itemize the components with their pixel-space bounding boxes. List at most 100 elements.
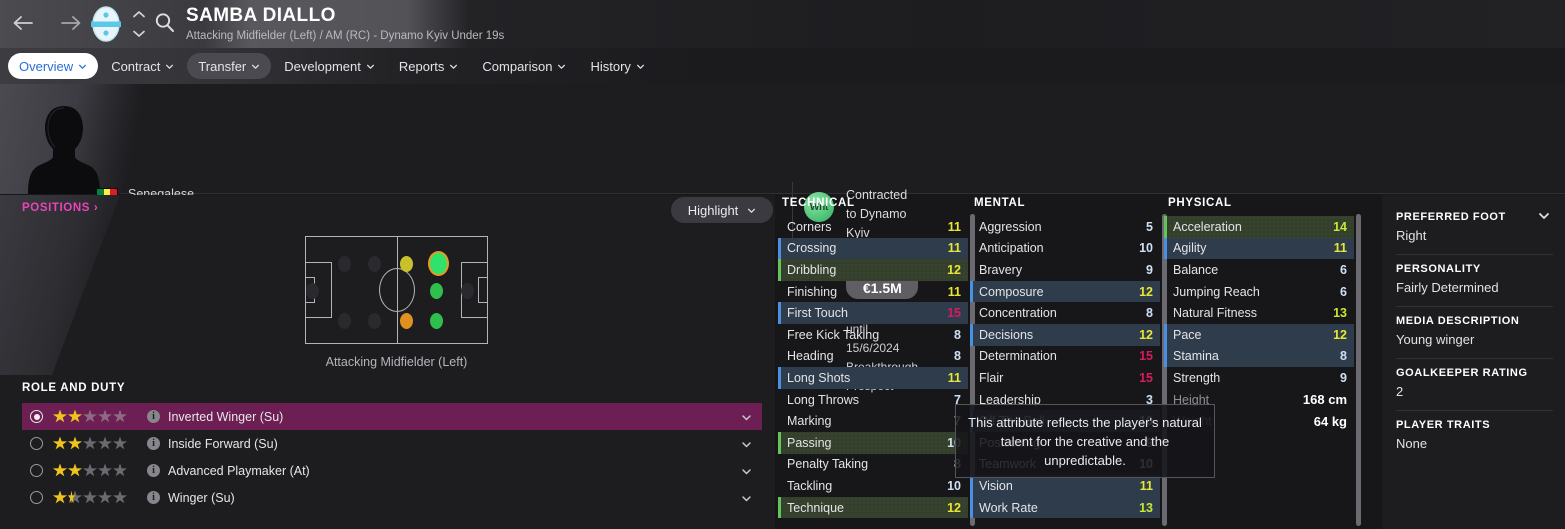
tab-label: Overview xyxy=(19,58,74,74)
physical-scrollbar-thumb[interactable] xyxy=(1356,214,1361,526)
role-row[interactable]: i Winger (Su) xyxy=(22,484,762,511)
attribute-row-agility[interactable]: Agility 11 xyxy=(1164,237,1354,260)
role-label: Winger (Su) xyxy=(168,490,235,505)
attribute-highlight-bar xyxy=(778,281,781,303)
tab-overview[interactable]: Overview xyxy=(8,53,99,79)
attribute-row-strength[interactable]: Strength 9 xyxy=(1164,367,1354,389)
attribute-row-determination[interactable]: Determination 15 xyxy=(970,346,1160,368)
tab-reports[interactable]: Reports xyxy=(388,53,470,79)
attribute-row-pace[interactable]: Pace 12 xyxy=(1164,323,1354,346)
attribute-row-technique[interactable]: Technique 12 xyxy=(778,496,968,519)
attribute-value: 15 xyxy=(1139,370,1153,385)
detail-block-media-description: MEDIA DESCRIPTION Young winger xyxy=(1396,306,1553,358)
role-row[interactable]: i Inside Forward (Su) xyxy=(22,430,762,457)
attribute-name: Free Kick Taking xyxy=(787,327,880,342)
physical-rows: Acceleration 14 Agility 11 Balance 6 Jumping R… xyxy=(1164,216,1354,432)
attribute-row-penalty-taking[interactable]: Penalty Taking8 xyxy=(778,454,968,476)
attribute-row-heading[interactable]: Heading 8 xyxy=(778,346,968,368)
chevron-down-icon[interactable] xyxy=(741,439,752,450)
role-row[interactable]: i Inverted Winger (Su) xyxy=(22,403,762,430)
search-icon[interactable] xyxy=(152,10,180,38)
star-icon xyxy=(53,490,67,505)
attribute-row-natural-fitness[interactable]: Natural Fitness 13 xyxy=(1164,302,1354,324)
attribute-row-first-touch[interactable]: First Touch 15 xyxy=(778,302,968,324)
role-radio-button[interactable] xyxy=(30,491,43,504)
attribute-row-flair[interactable]: Flair 15 xyxy=(970,367,1160,389)
attribute-name: Long Throws xyxy=(787,392,860,407)
player-spinner-icon[interactable] xyxy=(130,10,148,38)
attribute-highlight-bar xyxy=(970,496,973,519)
attribute-row-concentration[interactable]: Concentration 8 xyxy=(970,302,1160,324)
attribute-value: 13 xyxy=(1139,500,1153,515)
attribute-highlight-bar xyxy=(778,389,781,411)
attribute-row-anticipation[interactable]: Anticipation 10 xyxy=(970,238,1160,260)
page-title: SAMBA DIALLO xyxy=(186,5,336,26)
attribute-name: First Touch xyxy=(787,306,848,321)
tab-comparison[interactable]: Comparison xyxy=(471,53,577,79)
attribute-row-long-throws[interactable]: Long Throws 7 xyxy=(778,389,968,411)
tab-contract[interactable]: Contract xyxy=(100,53,185,79)
physical-scrollbar[interactable] xyxy=(1356,214,1361,526)
attribute-row-vision[interactable]: Vision 11 xyxy=(970,475,1160,497)
chevron-down-icon[interactable] xyxy=(1537,209,1551,223)
chevron-down-icon[interactable] xyxy=(741,466,752,477)
role-radio-button[interactable] xyxy=(30,437,43,450)
attribute-row-long-shots[interactable]: Long Shots 11 xyxy=(778,367,968,389)
attribute-value: 15 xyxy=(947,306,961,321)
attribute-row-dribbling[interactable]: Dribbling 12 xyxy=(778,259,968,281)
attribute-row-finishing[interactable]: Finishing 11 xyxy=(778,281,968,303)
role-star-rating xyxy=(53,490,131,505)
attribute-highlight-bar xyxy=(970,475,973,497)
attribute-name: Acceleration xyxy=(1173,219,1242,234)
tab-label: History xyxy=(590,58,631,74)
attribute-row-composure[interactable]: Composure 12 xyxy=(970,280,1160,303)
club-badge-icon[interactable] xyxy=(88,5,124,43)
attribute-highlight-bar xyxy=(778,324,781,346)
role-info-icon[interactable]: i xyxy=(147,464,160,477)
chevron-down-icon[interactable] xyxy=(741,412,752,423)
attribute-row-acceleration[interactable]: Acceleration 14 xyxy=(1164,216,1354,238)
attribute-highlight-bar xyxy=(970,302,973,324)
attribute-row-passing[interactable]: Passing10 xyxy=(778,431,968,454)
tab-history[interactable]: History xyxy=(579,53,655,79)
role-radio-button[interactable] xyxy=(30,464,43,477)
tab-transfer[interactable]: Transfer xyxy=(187,53,272,79)
attribute-row-tackling[interactable]: Tackling 10 xyxy=(778,475,968,497)
positions-link[interactable]: POSITIONS › xyxy=(22,202,98,214)
attribute-row-jumping-reach[interactable]: Jumping Reach 6 xyxy=(1164,281,1354,303)
attribute-value: 8 xyxy=(954,349,961,364)
role-info-icon[interactable]: i xyxy=(147,491,160,504)
role-info-icon[interactable]: i xyxy=(147,410,160,423)
forward-arrow-icon[interactable] xyxy=(54,6,88,40)
tab-development[interactable]: Development xyxy=(273,53,386,79)
attribute-name: Agility xyxy=(1173,241,1207,256)
tab-label: Contract xyxy=(111,58,161,74)
role-row[interactable]: i Advanced Playmaker (At) xyxy=(22,457,762,484)
detail-block-personality: PERSONALITY Fairly Determined xyxy=(1396,254,1553,306)
pitch-position-empty-slot-3 xyxy=(368,313,381,329)
chevron-down-icon[interactable] xyxy=(741,493,752,504)
role-info-icon[interactable]: i xyxy=(147,437,160,450)
highlight-dropdown[interactable]: Highlight xyxy=(671,197,773,223)
attribute-row-bravery[interactable]: Bravery 9 xyxy=(970,259,1160,281)
attribute-name: Marking xyxy=(787,414,832,429)
attribute-row-balance[interactable]: Balance 6 xyxy=(1164,259,1354,281)
player-subtitle: Attacking Midfielder (Left) / AM (RC) - … xyxy=(186,30,505,42)
attribute-name: Jumping Reach xyxy=(1173,284,1260,299)
attribute-row-corners[interactable]: Corners 11 xyxy=(778,216,968,238)
attribute-row-decisions[interactable]: Decisions 12 xyxy=(970,323,1160,346)
attribute-highlight-bar xyxy=(778,454,781,476)
highlight-dropdown-label: Highlight xyxy=(687,202,739,218)
star-icon xyxy=(98,490,112,505)
attribute-row-aggression[interactable]: Aggression 5 xyxy=(970,216,1160,238)
attribute-highlight-bar xyxy=(778,475,781,497)
attribute-name: Flair xyxy=(979,370,1004,385)
attribute-row-marking[interactable]: Marking7 xyxy=(778,410,968,432)
attribute-name: Work Rate xyxy=(979,500,1038,515)
attribute-row-free-kick-taking[interactable]: Free Kick Taking 8 xyxy=(778,324,968,346)
attribute-row-work-rate[interactable]: Work Rate 13 xyxy=(970,496,1160,519)
attribute-row-stamina[interactable]: Stamina 8 xyxy=(1164,345,1354,368)
role-radio-button[interactable] xyxy=(30,410,43,423)
back-arrow-icon[interactable] xyxy=(6,6,40,40)
attribute-row-crossing[interactable]: Crossing 11 xyxy=(778,237,968,260)
